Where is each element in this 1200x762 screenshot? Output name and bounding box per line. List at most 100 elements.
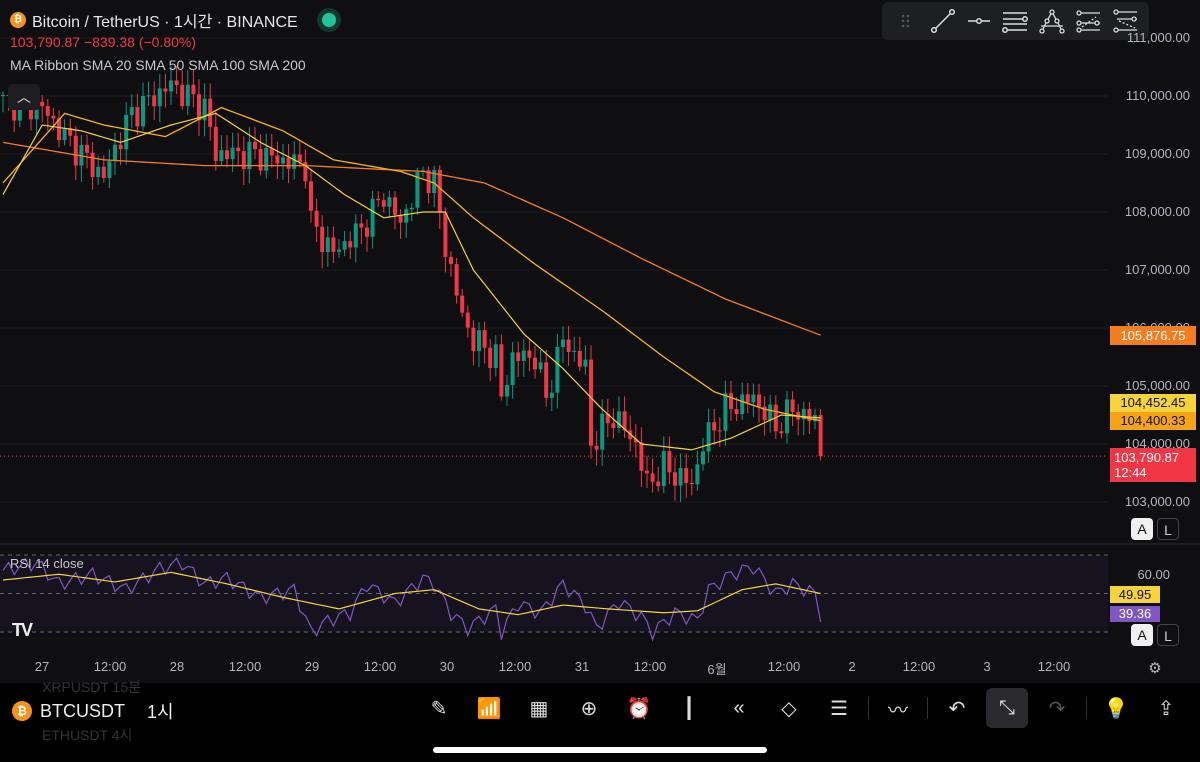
candle-body (359, 223, 364, 228)
candle-body (118, 144, 123, 150)
rsi-log-scale-button[interactable]: L (1157, 624, 1179, 646)
auto-scale-button[interactable]: A (1131, 518, 1153, 540)
candle-body (639, 442, 644, 471)
symbol-header[interactable]: ₿ Bitcoin / TetherUS · 1시간 · BINANCE (10, 8, 336, 32)
candle-body (376, 198, 381, 201)
candle-body (174, 80, 179, 86)
sma50-price-tag: 104,400.33 (1110, 412, 1196, 430)
price-label: 110,000.00 (1125, 88, 1190, 103)
drawing-toolbar (882, 2, 1149, 40)
rsi-legend[interactable]: RSI 14 close (10, 556, 84, 571)
candle-body (437, 169, 442, 213)
candle-body (745, 394, 750, 403)
parallel-channel-icon[interactable] (1001, 7, 1029, 35)
candle-body (275, 155, 280, 164)
grid-icon[interactable]: ▦ (514, 688, 564, 728)
price-change: 103,790.87 −839.38 (−0.80%) (10, 34, 197, 50)
candle-body (51, 115, 56, 119)
candle-body (594, 445, 599, 450)
sma200-price-tag: 105,876.75 (1110, 326, 1196, 345)
candle-body (589, 359, 593, 446)
candle-body (309, 181, 313, 211)
candle-body (673, 472, 677, 486)
drag-handle-icon[interactable] (892, 7, 920, 35)
collapse-icon[interactable]: ⤡ (986, 688, 1028, 728)
candle-body (533, 357, 537, 370)
candle-body (521, 350, 526, 361)
time-label: 12:00 (633, 659, 667, 674)
candle-body (107, 161, 112, 178)
tradingview-logo: TV (12, 620, 33, 640)
time-label: 12:00 (767, 659, 801, 674)
trend-line-icon[interactable] (929, 7, 957, 35)
candle-body (488, 347, 493, 368)
candle-body (460, 295, 465, 313)
alarm-icon[interactable]: ⏰ (614, 688, 664, 728)
log-scale-button[interactable]: L (1157, 518, 1179, 540)
share-icon[interactable]: ⇪ (1141, 688, 1191, 728)
last-price: 103,790.87 (1114, 450, 1180, 465)
idea-icon[interactable]: 💡 (1091, 688, 1141, 728)
candle-body (790, 399, 795, 412)
plus-circle-icon[interactable]: ⊕ (564, 688, 614, 728)
candle-body (505, 384, 509, 397)
candle-body (449, 256, 453, 265)
candle-body (230, 147, 235, 160)
candle-body (701, 451, 705, 465)
patterns-icon[interactable]: 〰 (873, 688, 923, 728)
candle-body (325, 237, 330, 253)
candle-body (785, 399, 789, 434)
candle-body (337, 249, 341, 252)
candle-body (101, 166, 106, 178)
indicators-icon[interactable]: 📶 (464, 688, 514, 728)
candle-body (241, 151, 246, 170)
settings-sliders-icon[interactable]: ☰ (814, 688, 864, 728)
horizontal-line-icon[interactable] (965, 7, 993, 35)
time-label: 12:00 (363, 659, 397, 674)
fib-retracement-icon[interactable] (1074, 7, 1102, 35)
undo-icon[interactable]: ↶ (932, 688, 982, 728)
candle-body (264, 148, 269, 171)
candle-body (734, 409, 739, 415)
price-label: 111,000.00 (1126, 30, 1190, 45)
candle-body (365, 227, 369, 237)
pattern-icon[interactable] (1038, 7, 1066, 35)
candle-body (297, 154, 302, 162)
candle-body (443, 212, 448, 257)
time-label: 27 (34, 659, 50, 674)
symbol-selector[interactable]: ₿ BTCUSDT 1시 (12, 698, 174, 724)
chevron-up-icon[interactable]: ︿ (8, 84, 40, 110)
candle-body (544, 362, 549, 398)
candle-body (90, 152, 95, 178)
candles-icon[interactable]: ┃ (664, 688, 714, 728)
rsi-value-tag: 39.36 (1110, 606, 1160, 622)
candle-body (572, 350, 577, 352)
candle-body (561, 339, 565, 347)
candle-body (286, 157, 291, 169)
candle-body (493, 344, 498, 368)
layers-icon[interactable]: ◇ (764, 688, 814, 728)
pencil-icon[interactable]: ✎ (414, 688, 464, 728)
chart-canvas[interactable] (0, 0, 1200, 683)
candle-body (723, 393, 728, 431)
candle-body (527, 350, 532, 358)
rsi-auto-scale-button[interactable]: A (1131, 624, 1153, 646)
candle-body (129, 107, 134, 115)
redo-icon[interactable]: ↷ (1032, 688, 1082, 728)
indicator-legend[interactable]: MA Ribbon SMA 20 SMA 50 SMA 100 SMA 200 (10, 57, 306, 73)
interval-selector[interactable]: 1시 (147, 698, 174, 724)
market-status-icon[interactable] (321, 13, 336, 27)
candle-body (757, 394, 761, 407)
settings-gear-icon[interactable]: ⚙ (1148, 659, 1161, 677)
candle-body (409, 207, 414, 210)
candle-body (712, 422, 717, 431)
symbol-title: Bitcoin / TetherUS · 1시간 · BINANCE (32, 14, 298, 31)
candle-body (45, 106, 50, 116)
replay-icon[interactable]: « (714, 688, 764, 728)
divider (868, 697, 869, 719)
candle-body (73, 135, 78, 166)
candle-body (454, 264, 459, 296)
candle-body (740, 394, 745, 415)
candle-body (342, 241, 347, 250)
candle-body (292, 154, 297, 169)
